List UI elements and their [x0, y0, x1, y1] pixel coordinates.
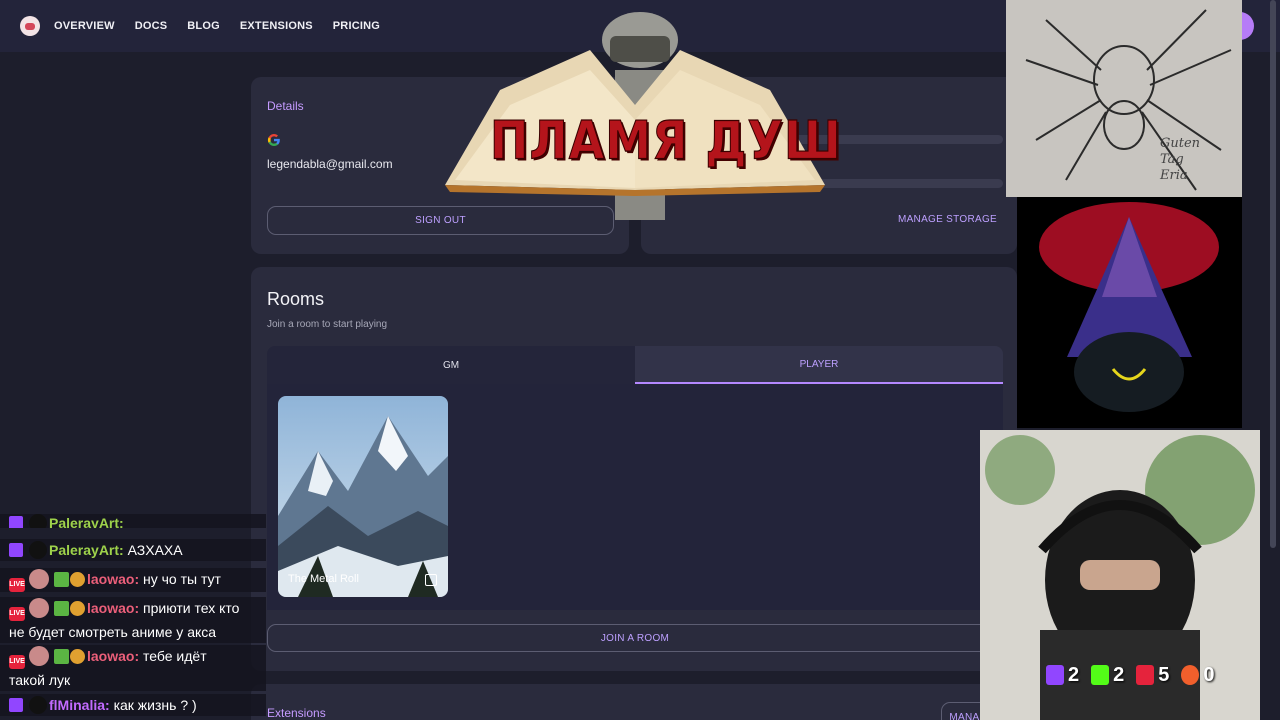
chat-message: LIVE laowao: ну чо ты тут — [0, 568, 266, 592]
twitch-icon — [9, 698, 23, 712]
chat-message: LIVE laowao: тебе идёт такой лук — [0, 645, 266, 691]
nav-extensions[interactable]: EXTENSIONS — [240, 20, 313, 32]
room-thumbnail — [278, 396, 448, 597]
rooms-subtitle: Join a room to start playing — [267, 319, 388, 330]
boosty-viewer-count: 0 — [1203, 663, 1215, 686]
chat-overlay: PalerayArt: PalerayArt: АЗХАХА LIVE laowa… — [0, 514, 266, 720]
avatar — [29, 569, 49, 589]
room-name: The Metal Roll — [288, 573, 359, 585]
live-viewer-count: 5 — [1158, 663, 1170, 686]
manage-storage-button[interactable]: MANAGE STORAGE — [898, 214, 997, 225]
check-icon — [54, 601, 69, 616]
star-icon — [70, 601, 85, 616]
live-icon — [1136, 665, 1155, 685]
nav-overview[interactable]: OVERVIEW — [54, 20, 115, 32]
user-badge-icon — [29, 541, 47, 559]
room-role-tabs: GM PLAYER — [267, 346, 1003, 384]
tab-gm[interactable]: GM — [267, 346, 635, 384]
kick-icon — [1091, 665, 1110, 685]
boosty-icon — [1181, 665, 1200, 685]
sketch-caption: Guten Tag Eria — [1160, 136, 1201, 183]
brand-logo-icon[interactable] — [20, 16, 40, 36]
tab-player[interactable]: PLAYER — [635, 346, 1003, 384]
viewer-counts: 2 2 5 0 — [1044, 662, 1225, 688]
twitch-icon — [9, 543, 23, 557]
extensions-title: Extensions — [267, 706, 326, 720]
chat-message: PalerayArt: АЗХАХА — [0, 539, 266, 561]
chat-message: flMinalia: как жизнь ? ) — [0, 694, 266, 716]
rooms-card: Rooms Join a room to start playing GM PL… — [251, 267, 1017, 671]
live-icon: LIVE — [9, 607, 25, 621]
twitch-icon — [9, 516, 23, 528]
chat-message: PalerayArt: — [0, 514, 266, 528]
extensions-card: Extensions MANAGE — [251, 684, 1017, 720]
star-icon — [70, 649, 85, 664]
chat-message: LIVE laowao: приюти тех кто не будет смотр… — [0, 597, 266, 643]
enter-room-icon[interactable] — [425, 574, 437, 586]
sketch-overlay: Guten Tag Eria — [1006, 0, 1242, 197]
live-icon: LIVE — [9, 655, 25, 669]
user-badge-icon — [29, 514, 47, 528]
details-title: Details — [267, 99, 304, 113]
account-email: legendabla@gmail.com — [267, 157, 393, 171]
user-badge-icon — [29, 696, 47, 714]
live-icon: LIVE — [9, 578, 25, 592]
twitch-viewer-count: 2 — [1068, 663, 1080, 686]
google-icon — [267, 133, 281, 150]
twitch-icon — [1046, 665, 1064, 685]
video-overlay — [1017, 197, 1242, 428]
star-icon — [70, 572, 85, 587]
nav-pricing[interactable]: PRICING — [333, 20, 380, 32]
avatar — [29, 598, 49, 618]
room-card[interactable]: The Metal Roll — [278, 396, 448, 597]
avatar — [29, 646, 49, 666]
join-room-button[interactable]: JOIN A ROOM — [267, 624, 1003, 652]
rooms-title: Rooms — [267, 289, 325, 309]
check-icon — [54, 649, 69, 664]
nav-blog[interactable]: BLOG — [187, 20, 220, 32]
rooms-list: The Metal Roll — [267, 384, 1003, 610]
kick-viewer-count: 2 — [1113, 663, 1125, 686]
page-scrollbar[interactable] — [1270, 0, 1276, 548]
nav-docs[interactable]: DOCS — [135, 20, 168, 32]
book-title-overlay: ПЛАМЯ ДУШ — [490, 108, 842, 172]
check-icon — [54, 572, 69, 587]
